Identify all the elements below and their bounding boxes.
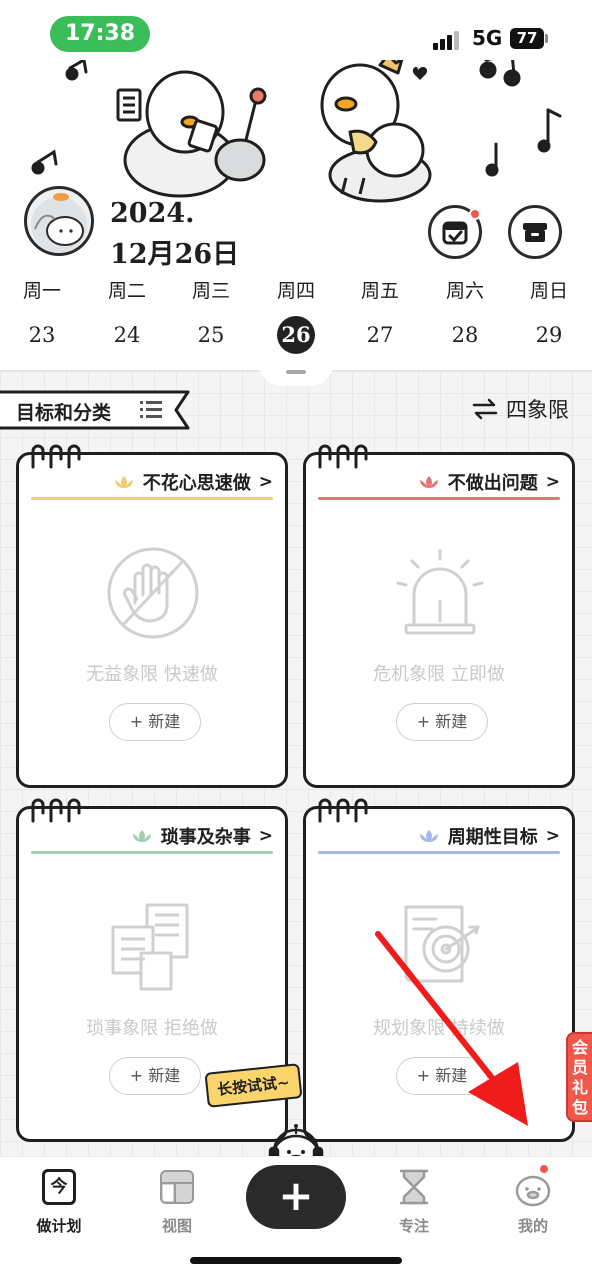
card-accent-line xyxy=(31,497,273,500)
week-day-mon[interactable]: 周一 23 xyxy=(7,276,77,354)
week-strip: 周一 23 周二 24 周三 25 周四 26 周五 27 周六 28 周日 2… xyxy=(0,276,592,356)
week-day-sat[interactable]: 周六 28 xyxy=(430,276,500,354)
hourglass-icon xyxy=(400,1169,428,1205)
card-description: 危机象限 立即做 xyxy=(373,664,505,685)
lotus-icon xyxy=(419,476,438,488)
card-header[interactable]: 不花心思速做 > xyxy=(113,469,273,495)
nav-tab-focus[interactable]: 专注 xyxy=(369,1167,459,1236)
chevron-right-icon: > xyxy=(545,826,560,846)
day-name: 周六 xyxy=(445,280,484,302)
status-time: 17:38 xyxy=(50,16,150,52)
lotus-icon xyxy=(132,830,151,842)
quadrant-mode-label: 四象限 xyxy=(506,398,569,422)
header-duck-illustration xyxy=(31,60,562,203)
new-item-button[interactable]: + 新建 xyxy=(396,703,488,741)
battery-icon: 77 xyxy=(510,28,544,49)
quadrant-card-urgent[interactable]: 不做出问题 > 危机象限 立即做 + 新建 xyxy=(303,444,575,788)
week-day-tue[interactable]: 周二 24 xyxy=(92,276,162,354)
nav-tab-plan[interactable]: 今 做计划 xyxy=(14,1167,104,1236)
card-description: 琐事象限 拒绝做 xyxy=(86,1018,218,1039)
plus-icon: + xyxy=(278,1171,314,1220)
alarm-siren-icon xyxy=(396,549,484,635)
nav-label: 专注 xyxy=(398,1217,429,1235)
today-glyph: 今 xyxy=(50,1177,68,1197)
calendar-badge-dot xyxy=(469,208,481,220)
day-name: 周四 xyxy=(276,280,315,302)
card-title: 琐事及杂事 xyxy=(160,827,251,848)
quadrant-mode-switch[interactable]: 四象限 xyxy=(472,394,569,424)
member-gift-tab[interactable]: 会员礼包 xyxy=(566,1032,592,1122)
card-header[interactable]: 周期性目标 > xyxy=(418,823,560,849)
card-title: 周期性目标 xyxy=(447,827,538,848)
notebook-rings xyxy=(31,798,81,823)
nav-label: 做计划 xyxy=(36,1217,82,1235)
day-number: 24 xyxy=(113,323,141,347)
nav-label: 我的 xyxy=(517,1217,548,1235)
week-day-thu-selected[interactable]: 周四 26 xyxy=(261,276,331,354)
day-number: 23 xyxy=(28,323,56,347)
notebook-rings xyxy=(318,444,368,469)
week-day-wed[interactable]: 周三 25 xyxy=(176,276,246,354)
network-type: 5G xyxy=(472,26,503,50)
panel-drag-handle[interactable] xyxy=(258,362,334,386)
day-name: 周一 xyxy=(22,280,61,302)
date-year: 2024. xyxy=(110,198,195,229)
archive-box-icon xyxy=(523,223,547,242)
date-month-day: 12月26日 xyxy=(110,239,240,270)
signal-icon xyxy=(433,30,461,50)
documents-icon xyxy=(111,903,189,991)
profile-badge-dot xyxy=(538,1163,550,1175)
today-calendar-icon: 今 xyxy=(42,1169,76,1205)
day-number-selected: 26 xyxy=(277,316,315,354)
notebook-rings xyxy=(31,444,81,469)
day-name: 周二 xyxy=(107,280,146,302)
quadrant-card-quick[interactable]: 不花心思速做 > 无益象限 快速做 + 新建 xyxy=(16,444,288,788)
card-header[interactable]: 琐事及杂事 > xyxy=(131,823,273,849)
lotus-icon xyxy=(419,830,438,842)
card-title: 不做出问题 xyxy=(447,473,538,494)
hand-stop-icon xyxy=(107,547,199,639)
user-avatar[interactable] xyxy=(24,186,94,256)
day-name: 周日 xyxy=(529,280,568,302)
day-name: 周三 xyxy=(191,280,230,302)
nav-tab-me[interactable]: 我的 xyxy=(488,1163,578,1236)
card-accent-line xyxy=(31,851,273,854)
day-name: 周五 xyxy=(360,280,399,302)
card-accent-line xyxy=(318,497,560,500)
avatar-duck-icon xyxy=(31,193,87,253)
chevron-right-icon: > xyxy=(258,826,273,846)
card-description: 无益象限 快速做 xyxy=(86,664,218,685)
red-arrow-overlay xyxy=(375,931,528,1126)
day-number: 28 xyxy=(451,323,479,347)
notebook-rings xyxy=(318,798,368,823)
chevron-right-icon: > xyxy=(258,472,273,492)
day-number: 27 xyxy=(366,323,394,347)
week-day-fri[interactable]: 周五 27 xyxy=(345,276,415,354)
card-header[interactable]: 不做出问题 > xyxy=(418,469,560,495)
day-number: 25 xyxy=(197,323,225,347)
calendar-button[interactable] xyxy=(428,205,482,259)
new-item-button[interactable]: + 新建 xyxy=(109,1057,201,1095)
week-day-sun[interactable]: 周日 29 xyxy=(514,276,584,354)
card-accent-line xyxy=(318,851,560,854)
swap-arrows-icon xyxy=(472,398,498,420)
lotus-icon xyxy=(114,476,133,488)
new-item-button[interactable]: + 新建 xyxy=(109,703,201,741)
calendar-check-icon xyxy=(442,221,468,245)
nav-label: 视图 xyxy=(161,1217,192,1235)
chevron-right-icon: > xyxy=(545,472,560,492)
day-number: 29 xyxy=(535,323,563,347)
nav-tab-view[interactable]: 视图 xyxy=(132,1167,222,1236)
card-title: 不花心思速做 xyxy=(142,473,251,494)
layout-view-icon xyxy=(160,1170,194,1204)
battery-tip xyxy=(545,34,548,43)
section-title: 目标和分类 xyxy=(16,402,112,424)
home-indicator xyxy=(190,1257,402,1264)
archive-button[interactable] xyxy=(508,205,562,259)
list-menu-icon[interactable] xyxy=(140,399,164,421)
